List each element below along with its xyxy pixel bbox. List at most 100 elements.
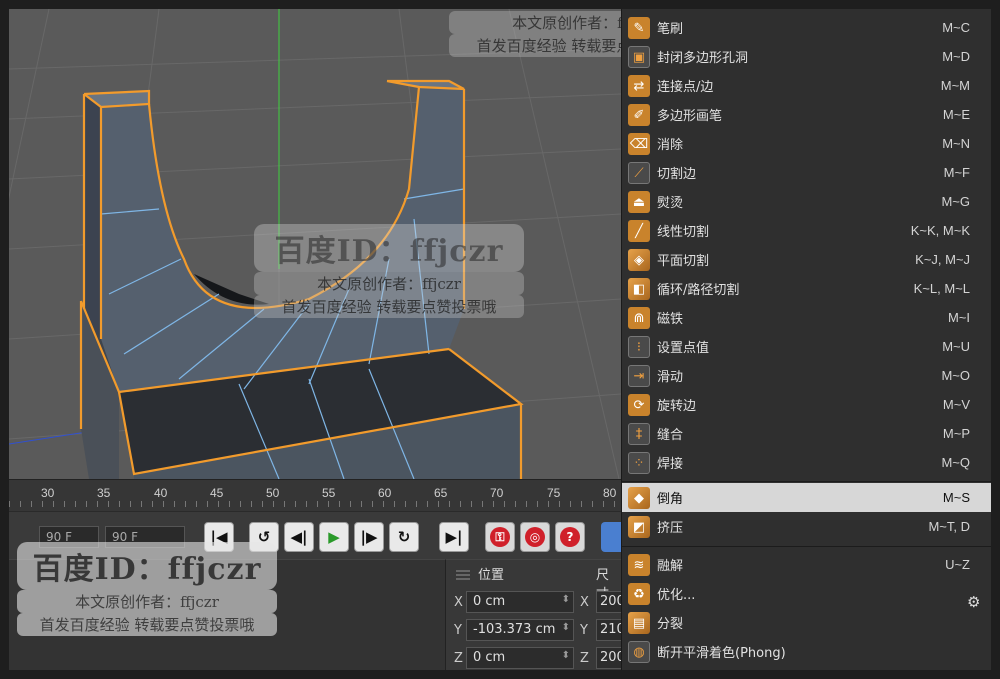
loop-back-button[interactable]: ↺ bbox=[249, 522, 279, 552]
position-y-field[interactable]: -103.373 cm bbox=[466, 619, 574, 641]
menu-item-label: 熨烫 bbox=[657, 196, 684, 211]
menu-item-break-phong[interactable]: ◍ 断开平滑着色(Phong) bbox=[622, 637, 991, 666]
recycle-icon: ♻ bbox=[628, 583, 650, 605]
key-icon: ⚿ bbox=[490, 527, 510, 547]
menu-item-split[interactable]: ▤ 分裂 bbox=[622, 608, 991, 637]
menu-item-dissolve[interactable]: ⌫ 消除 M~N bbox=[622, 129, 991, 158]
connect-icon: ⇄ bbox=[628, 75, 650, 97]
position-header: 位置 bbox=[478, 568, 505, 583]
menu-item-shortcut: M~G bbox=[941, 194, 970, 209]
record-key-button[interactable]: ⚿ bbox=[485, 522, 515, 552]
timeline-tick: 55 bbox=[322, 486, 336, 500]
eraser-icon: ⌫ bbox=[628, 133, 650, 155]
menu-item-edge-cut[interactable]: ⟋ 切割边 M~F bbox=[622, 158, 991, 187]
menu-item-magnet[interactable]: ⋒ 磁铁 M~I bbox=[622, 303, 991, 332]
menu-item-label: 连接点/边 bbox=[657, 80, 714, 95]
spin-edge-icon: ⟳ bbox=[628, 394, 650, 416]
frame-start-field[interactable]: 90 F bbox=[39, 526, 99, 548]
watermark-notice-bl: 首发百度经验 转载要点赞投票哦 bbox=[17, 613, 277, 636]
grip-icon bbox=[456, 568, 470, 580]
timeline-tick: 40 bbox=[154, 486, 168, 500]
timeline-ruler[interactable]: 30 35 40 45 50 55 60 65 70 75 80 bbox=[9, 479, 621, 511]
menu-item-shortcut: M~C bbox=[942, 20, 970, 35]
menu-item-stitch[interactable]: ‡ 缝合 M~P bbox=[622, 419, 991, 448]
menu-item-shortcut: K~J, M~J bbox=[915, 252, 970, 267]
menu-item-set-point-value[interactable]: ⁝ 设置点值 M~U bbox=[622, 332, 991, 361]
menu-item-weld[interactable]: ⁘ 焊接 M~Q bbox=[622, 448, 991, 477]
menu-item-polygon-pen[interactable]: ✐ 多边形画笔 M~E bbox=[622, 100, 991, 129]
menu-item-iron[interactable]: ⏏ 熨烫 M~G bbox=[622, 187, 991, 216]
timeline-tick: 65 bbox=[434, 486, 448, 500]
position-z-field[interactable]: 0 cm bbox=[466, 647, 574, 669]
melt-icon: ≋ bbox=[628, 554, 650, 576]
play-button[interactable]: ▶ bbox=[319, 522, 349, 552]
timeline-tick: 70 bbox=[490, 486, 504, 500]
frame-end-field[interactable]: 90 F bbox=[105, 526, 185, 548]
set-value-icon: ⁝ bbox=[628, 336, 650, 358]
position-x-field[interactable]: 0 cm bbox=[466, 591, 574, 613]
timeline-tick: 60 bbox=[378, 486, 392, 500]
extrude-icon: ◩ bbox=[628, 516, 650, 538]
menu-item-label: 消除 bbox=[657, 138, 684, 153]
loop-forward-button[interactable]: ↻ bbox=[389, 522, 419, 552]
menu-item-label: 设置点值 bbox=[657, 341, 710, 356]
menu-item-label: 切割边 bbox=[657, 167, 697, 182]
split-icon: ▤ bbox=[628, 612, 650, 634]
menu-item-spin-edge[interactable]: ⟳ 旋转边 M~V bbox=[622, 390, 991, 419]
brush-icon: ✎ bbox=[628, 17, 650, 39]
keyframe-mode-button[interactable] bbox=[601, 522, 621, 552]
keyframe-help-button[interactable]: ? bbox=[555, 522, 585, 552]
step-forward-button[interactable]: |▶ bbox=[354, 522, 384, 552]
menu-separator bbox=[622, 481, 991, 482]
knife-icon: ⟋ bbox=[628, 162, 650, 184]
coord-row-y: Y -103.373 cm Y 210 bbox=[454, 618, 626, 642]
u-body bbox=[101, 87, 464, 392]
menu-item-label: 优化... bbox=[657, 588, 696, 603]
iron-icon: ⏏ bbox=[628, 191, 650, 213]
menu-item-shortcut: M~Q bbox=[941, 455, 970, 470]
menu-item-shortcut: M~F bbox=[943, 165, 970, 180]
step-back-button[interactable]: ◀| bbox=[284, 522, 314, 552]
watermark-author-bl: 本文原创作者：ffjczr bbox=[17, 590, 277, 613]
menu-separator bbox=[622, 546, 991, 547]
viewport-scene bbox=[9, 9, 621, 479]
menu-item-line-cut[interactable]: ╱ 线性切割 K~K, M~K bbox=[622, 216, 991, 245]
menu-item-slide[interactable]: ⇥ 滑动 M~O bbox=[622, 361, 991, 390]
menu-item-close-polygon-hole[interactable]: ▣ 封闭多边形孔洞 M~D bbox=[622, 42, 991, 71]
pen-icon: ✐ bbox=[628, 104, 650, 126]
menu-item-label: 缝合 bbox=[657, 428, 684, 443]
menu-item-optimize[interactable]: ♻ 优化... bbox=[622, 579, 991, 608]
menu-item-loop-path-cut[interactable]: ◧ 循环/路径切割 K~L, M~L bbox=[622, 274, 991, 303]
menu-item-melt[interactable]: ≋ 融解 U~Z bbox=[622, 550, 991, 579]
menu-item-label: 倒角 bbox=[657, 492, 684, 507]
auto-key-button[interactable]: ◎ bbox=[520, 522, 550, 552]
menu-item-brush[interactable]: ✎ 笔刷 M~C bbox=[622, 13, 991, 42]
menu-item-label: 多边形画笔 bbox=[657, 109, 723, 124]
gear-icon[interactable]: ⚙ bbox=[967, 593, 980, 611]
menu-item-shortcut: K~L, M~L bbox=[913, 281, 970, 296]
goto-end-button[interactable]: ▶| bbox=[439, 522, 469, 552]
menu-item-bevel[interactable]: ◆ 倒角 M~S bbox=[622, 483, 991, 512]
menu-item-shortcut: M~O bbox=[941, 368, 970, 383]
3d-viewport[interactable]: 百度ID：ffjczr 本文原创作者：ffjczr 首发百度经验 转载要点赞投票… bbox=[9, 9, 621, 479]
axis-label: Z bbox=[454, 650, 463, 666]
menu-item-shortcut: M~U bbox=[942, 339, 970, 354]
line-cut-icon: ╱ bbox=[628, 220, 650, 242]
menu-item-label: 挤压 bbox=[657, 521, 684, 536]
weld-icon: ⁘ bbox=[628, 452, 650, 474]
axis-label: X bbox=[580, 594, 589, 610]
loop-cut-icon: ◧ bbox=[628, 278, 650, 300]
menu-item-plane-cut[interactable]: ◈ 平面切割 K~J, M~J bbox=[622, 245, 991, 274]
menu-item-label: 断开平滑着色(Phong) bbox=[657, 646, 786, 661]
menu-item-label: 滑动 bbox=[657, 370, 684, 385]
menu-item-shortcut: M~M bbox=[940, 78, 970, 93]
goto-start-button[interactable]: |◀ bbox=[204, 522, 234, 552]
axis-label: Y bbox=[580, 622, 588, 638]
bevel-icon: ◆ bbox=[628, 487, 650, 509]
menu-item-extrude[interactable]: ◩ 挤压 M~T, D bbox=[622, 512, 991, 541]
menu-item-label: 封闭多边形孔洞 bbox=[657, 51, 749, 66]
coordinates-panel: 位置 尺寸 X 0 cm X 200 Y -103.373 cm Y 210 Z… bbox=[445, 559, 626, 670]
autokey-icon: ◎ bbox=[525, 527, 545, 547]
left-pillar-side bbox=[84, 94, 101, 339]
menu-item-connect-points-edges[interactable]: ⇄ 连接点/边 M~M bbox=[622, 71, 991, 100]
